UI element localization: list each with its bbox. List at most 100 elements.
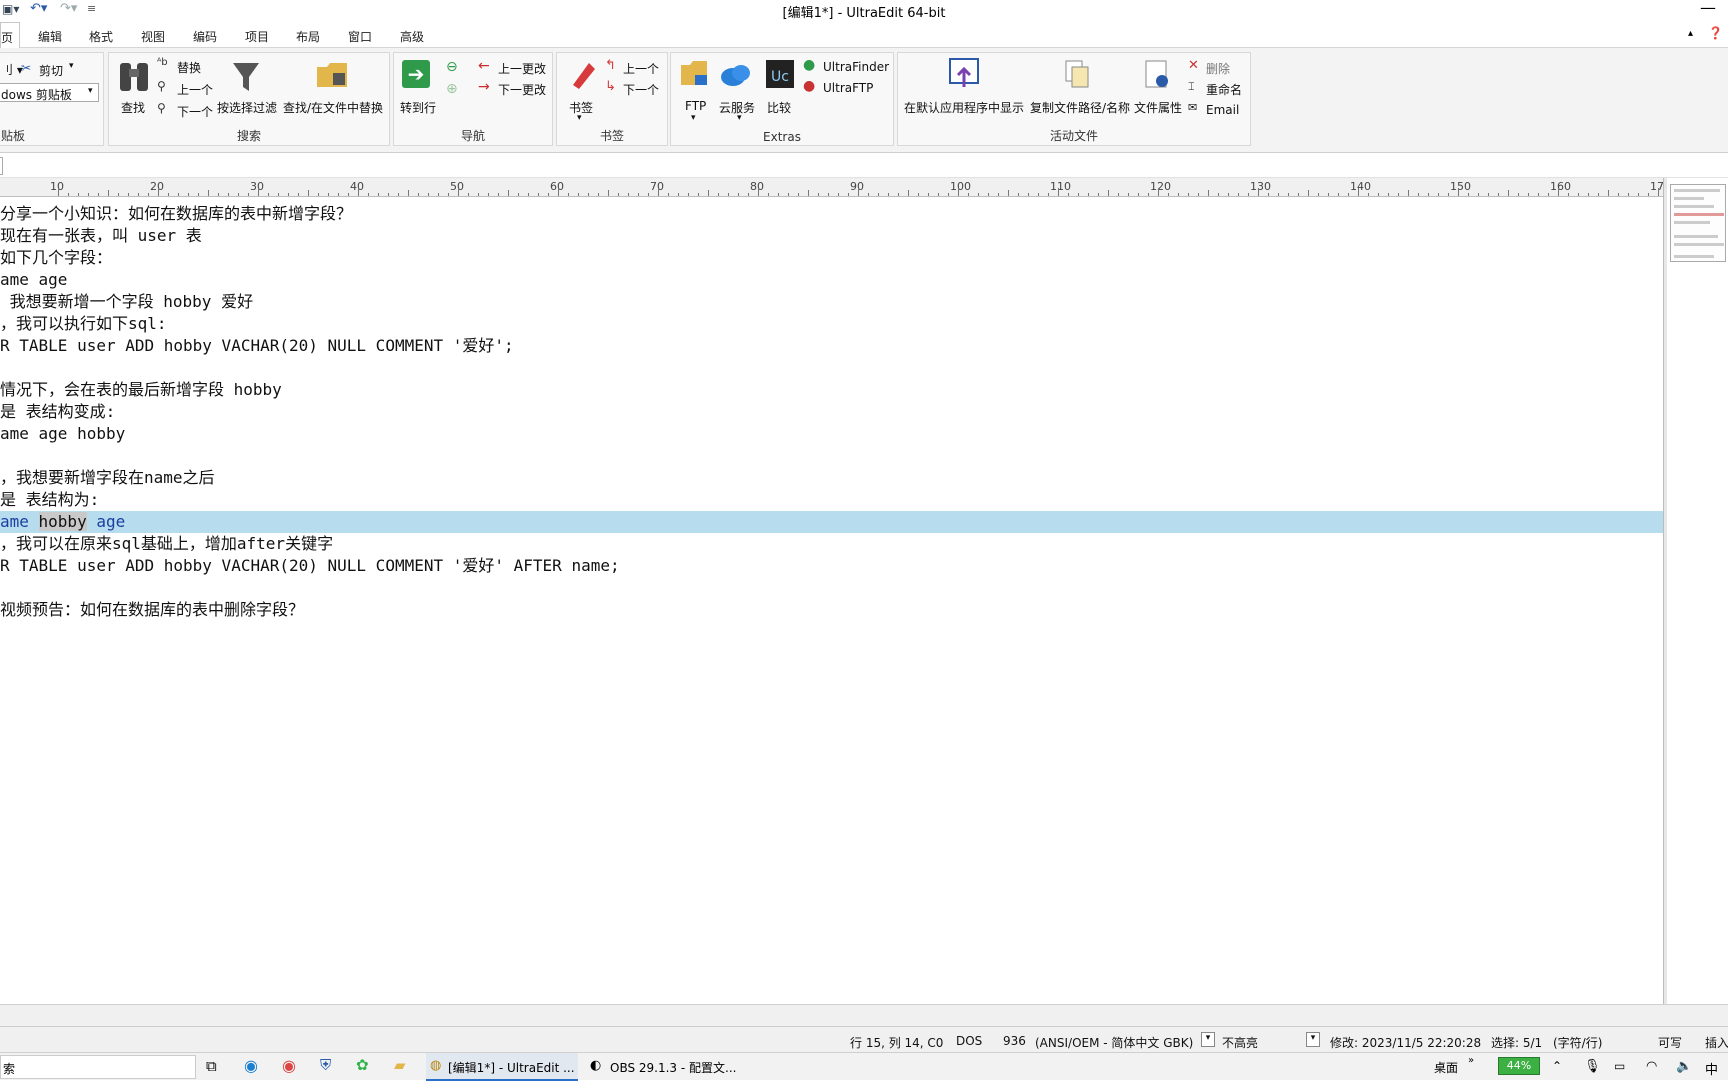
editor-line[interactable]: R TABLE user ADD hobby VACHAR(20) NULL C… [0,335,514,357]
back-icon[interactable]: ⊖ [446,59,458,75]
goto-line-button[interactable]: 转到行 [400,99,436,116]
ime-indicator[interactable]: 中 [1705,1059,1718,1078]
ruler-label: 140 [1350,180,1371,193]
editor-line-current[interactable]: ame hobby age [0,511,1663,533]
task-view-icon[interactable]: ⧉ [206,1057,217,1075]
line-ending[interactable]: DOS [956,1034,982,1048]
taskbar-item-obs[interactable]: ◐ OBS 29.1.3 - 配置文... [586,1053,736,1081]
taskbar-item-ultraedit[interactable]: ◍ [编辑1*] - UltraEdit ... [426,1053,578,1081]
minimap-viewport[interactable] [1670,184,1726,262]
editor-line[interactable]: 现在有一张表，叫 user 表 [0,225,202,247]
editor[interactable]: 分享一个小知识：如何在数据库的表中新增字段？ 现在有一张表，叫 user 表如下几… [0,198,1663,1004]
tab-format[interactable]: 格式 [89,28,113,45]
editor-line[interactable]: ，我想要新增字段在name之后 [0,467,215,489]
battery-badge[interactable]: 44% [1498,1057,1540,1075]
editor-line[interactable]: R TABLE user ADD hobby VACHAR(20) NULL C… [0,555,620,577]
writable-mode[interactable]: 可写 [1658,1034,1682,1051]
editor-line[interactable]: 是 表结构变成: [0,401,115,423]
help-icon[interactable]: ❓ [1708,26,1723,40]
toolbar-overflow-icon[interactable]: » [1468,1055,1474,1066]
replace-button[interactable]: 替换 [177,59,201,76]
desktop-toolbar[interactable]: 桌面 [1434,1059,1458,1076]
collapse-ribbon-icon[interactable]: ▴ [1688,28,1693,39]
tab-edit[interactable]: 编辑 [38,28,62,45]
rename-button[interactable]: 重命名 [1206,81,1242,98]
highlight-dropdown-icon[interactable]: ▾ [1306,1032,1320,1047]
encoding-select[interactable]: (ANSI/OEM - 简体中文 GBK) [1035,1034,1193,1051]
file-properties-button[interactable]: 文件属性 [1134,99,1182,116]
group-bookmarks: 书签 ▾ ↰ 上一个 ↳ 下一个 书签 [556,52,668,146]
insert-mode[interactable]: 插入 [1705,1034,1728,1051]
battery-icon[interactable]: ▭ [1614,1059,1625,1073]
find-prev-button[interactable]: 上一个 [177,81,213,98]
ultraftp-button[interactable]: UltraFTP [823,81,873,95]
line-text: age [86,512,126,531]
editor-line[interactable]: 如下几个字段： [0,247,112,269]
horizontal-scrollbar[interactable] [0,1004,1728,1026]
email-button[interactable]: Email [1206,103,1239,117]
microphone-icon[interactable]: 🎙 [1584,1059,1601,1074]
delete-button[interactable]: 删除 [1206,60,1230,77]
tab-view[interactable]: 视图 [141,28,165,45]
tab-layout[interactable]: 布局 [296,28,320,45]
chrome-icon[interactable]: ◉ [282,1056,296,1075]
cut-dropdown-icon[interactable]: ▾ [69,61,74,71]
editor-line[interactable]: 视频预告：如何在数据库的表中删除字段？ [0,599,304,621]
shield-icon[interactable]: ⛨ [320,1056,331,1074]
filter-by-selection-button[interactable]: 按选择过滤 [217,99,277,116]
ruler-tick [648,193,649,196]
editor-line[interactable]: 我想要新增一个字段 hobby 爱好 [0,291,253,313]
ruler-tick [298,193,299,196]
minimap[interactable] [1668,178,1728,1004]
bookmark-prev-button[interactable]: 上一个 [623,60,659,77]
find-next-button[interactable]: 下一个 [177,103,213,120]
edge-icon[interactable]: ◉ [244,1056,258,1075]
show-in-default-app-button[interactable]: 在默认应用程序中显示 [904,99,1024,116]
find-button[interactable]: 查找 [121,99,145,116]
editor-line[interactable]: ，我可以在原来sql基础上，增加after关键字 [0,533,333,555]
search-box[interactable]: 索 [0,1055,196,1079]
ruler-tick [638,193,639,196]
ftp-button[interactable]: FTP [685,99,706,113]
tab-encoding[interactable]: 编码 [193,28,217,45]
copy-file-path-button[interactable]: 复制文件路径/名称 [1030,99,1130,116]
chevron-up-icon[interactable]: ⌃ [1552,1059,1562,1073]
ruler-tick [268,193,269,196]
ruler-tick [1358,188,1359,196]
paste-dropdown-icon[interactable]: 刂 ▾ [1,61,23,78]
next-change-button[interactable]: 下一更改 [498,81,546,98]
file-tab[interactable] [0,157,3,175]
file-explorer-icon[interactable]: ▰ [394,1056,406,1074]
tab-window[interactable]: 窗口 [348,28,372,45]
ultrafinder-button[interactable]: UltraFinder [823,60,889,74]
clipboard-combo[interactable]: dows 剪贴板 ▾ [0,83,99,102]
ruler-tick [958,188,959,196]
minimize-button[interactable]: — [1700,0,1716,17]
minimap-splitter[interactable] [1663,178,1667,1004]
tab-project[interactable]: 项目 [245,28,269,45]
wechat-icon[interactable]: ✿ [356,1056,369,1074]
tab-home[interactable]: 页 [0,22,20,49]
highlight-mode-select[interactable]: 不高亮 [1222,1034,1258,1051]
editor-line[interactable]: ame age hobby [0,423,125,445]
ftp-dropdown-icon[interactable]: ▾ [691,113,696,123]
editor-line[interactable]: ame age [0,269,67,291]
encoding-dropdown-icon[interactable]: ▾ [1201,1032,1215,1047]
find-replace-in-files-button[interactable]: 查找/在文件中替换 [283,99,383,116]
editor-line[interactable]: ，我可以执行如下sql: [0,313,167,335]
editor-line[interactable]: 情况下，会在表的最后新增字段 hobby [0,379,282,401]
wifi-icon[interactable]: ◠ [1646,1059,1657,1074]
ruler-tick [478,193,479,196]
compare-button[interactable]: 比较 [767,99,791,116]
volume-icon[interactable]: 🔈 [1676,1059,1692,1074]
tab-advanced[interactable]: 高级 [400,28,424,45]
editor-line[interactable]: 是 表结构为: [0,489,99,511]
cloud-dropdown-icon[interactable]: ▾ [737,113,742,123]
editor-line[interactable]: 分享一个小知识：如何在数据库的表中新增字段？ [0,203,352,225]
prev-change-button[interactable]: 上一更改 [498,60,546,77]
bookmark-next-icon: ↳ [605,79,616,94]
bookmark-dropdown-icon[interactable]: ▾ [577,113,582,123]
bookmark-next-button[interactable]: 下一个 [623,81,659,98]
forward-icon[interactable]: ⊕ [446,81,458,97]
cut-button[interactable]: 剪切 [39,62,63,79]
